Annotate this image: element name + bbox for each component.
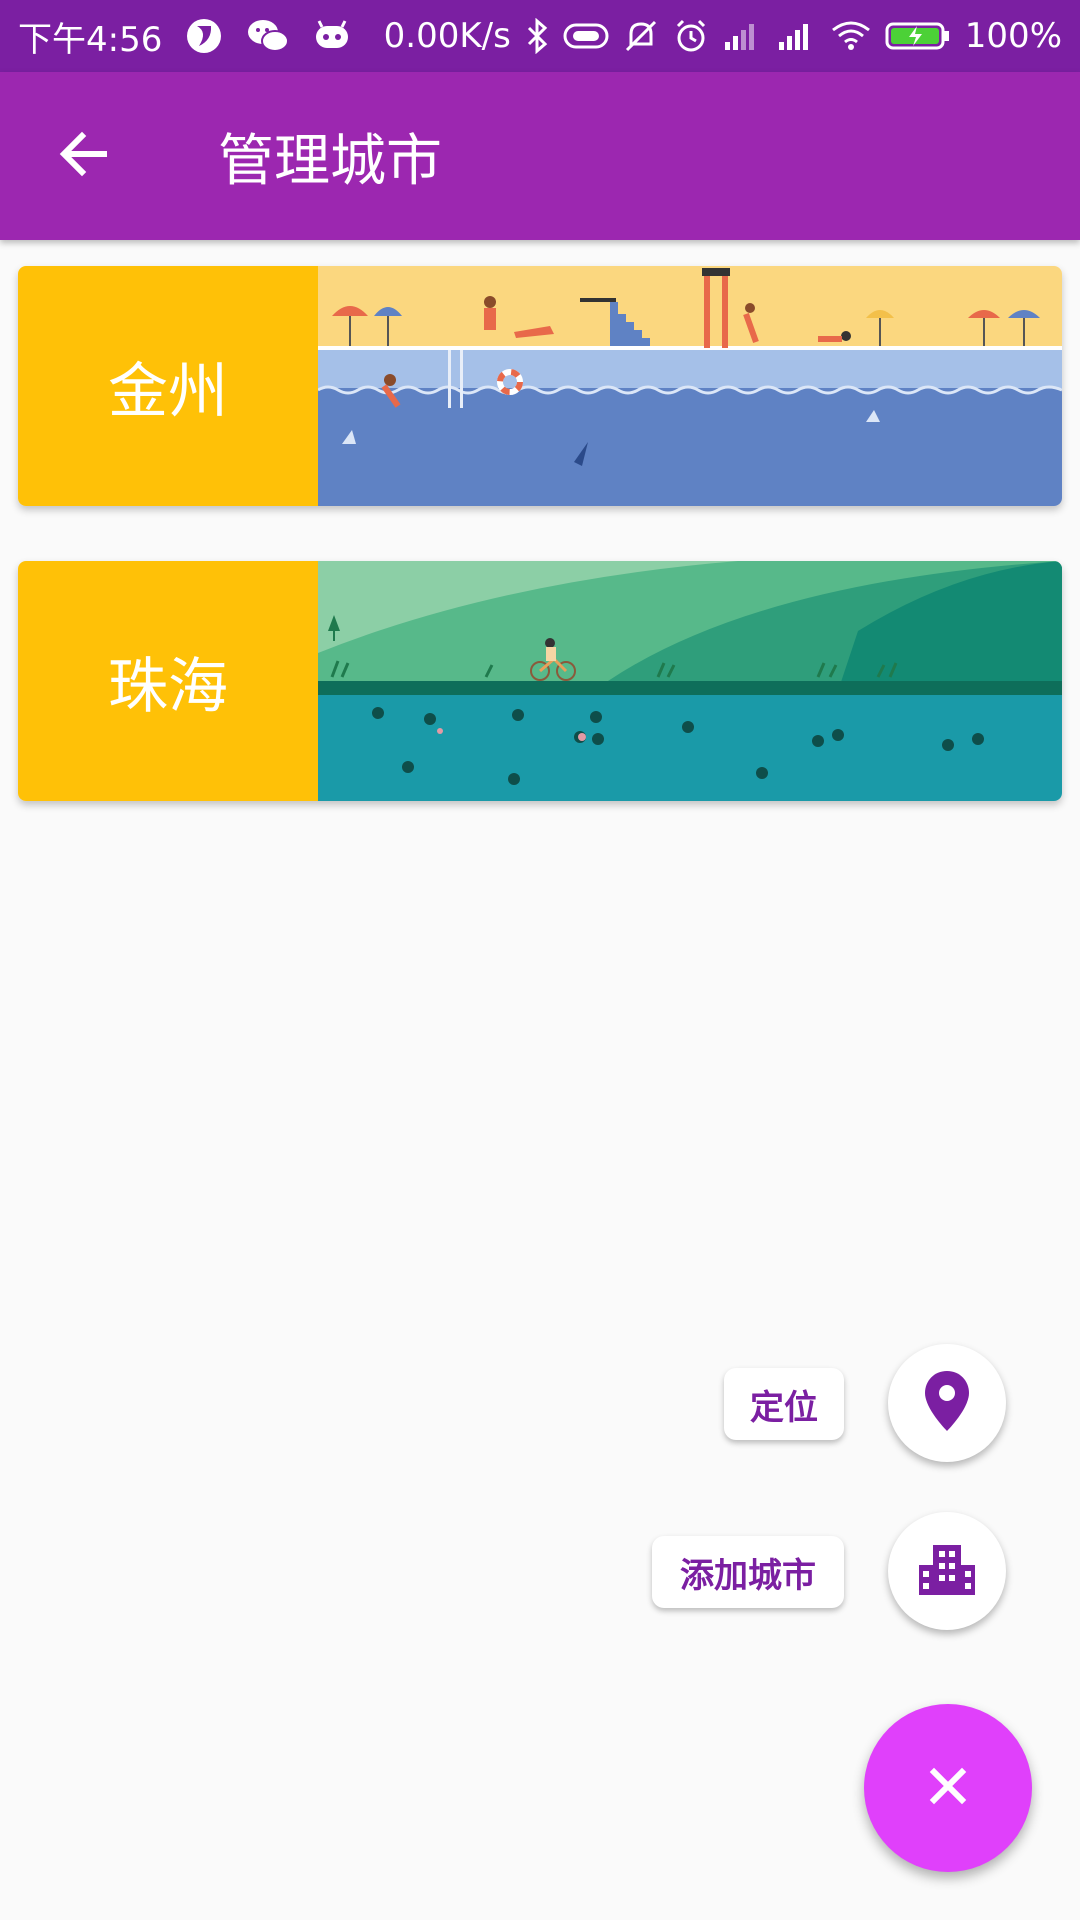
- wechat-icon: [246, 16, 290, 56]
- add-city-button[interactable]: [888, 1512, 1006, 1630]
- bluetooth-icon: [525, 18, 549, 54]
- city-card[interactable]: 金州: [18, 266, 1062, 506]
- city-name: 珠海: [18, 561, 318, 801]
- add-city-label[interactable]: 添加城市: [652, 1536, 844, 1608]
- close-icon: [928, 1766, 968, 1810]
- app-bar: 管理城市: [0, 72, 1080, 240]
- arrow-back-icon: [56, 126, 112, 186]
- city-name: 金州: [18, 266, 318, 506]
- alarm-icon: [673, 18, 709, 54]
- page-title: 管理城市: [218, 128, 442, 194]
- beach-illustration: [318, 266, 1062, 506]
- status-bar: 下午4:56 0.00K/s 100%: [0, 0, 1080, 72]
- city-card[interactable]: 珠海: [18, 561, 1062, 801]
- wifi-icon: [831, 20, 871, 52]
- back-button[interactable]: [44, 116, 124, 196]
- battery-percent: 100%: [964, 16, 1062, 56]
- mute-icon: [623, 18, 659, 54]
- network-speed: 0.00K/s: [383, 16, 511, 56]
- battery-charging-icon: [885, 20, 951, 52]
- locate-button[interactable]: [888, 1344, 1006, 1462]
- app-notification-icon: [312, 18, 352, 54]
- hills-illustration: [318, 561, 1062, 801]
- signal-2-icon: [777, 20, 817, 52]
- location-pin-icon: [923, 1369, 971, 1437]
- signal-1-icon: [723, 20, 763, 52]
- status-time: 下午4:56: [18, 19, 163, 60]
- vibrate-icon: [563, 21, 609, 51]
- locate-label[interactable]: 定位: [724, 1368, 844, 1440]
- browser-notification-icon: [184, 16, 224, 56]
- close-fab-button[interactable]: [864, 1704, 1032, 1872]
- city-building-icon: [917, 1541, 977, 1601]
